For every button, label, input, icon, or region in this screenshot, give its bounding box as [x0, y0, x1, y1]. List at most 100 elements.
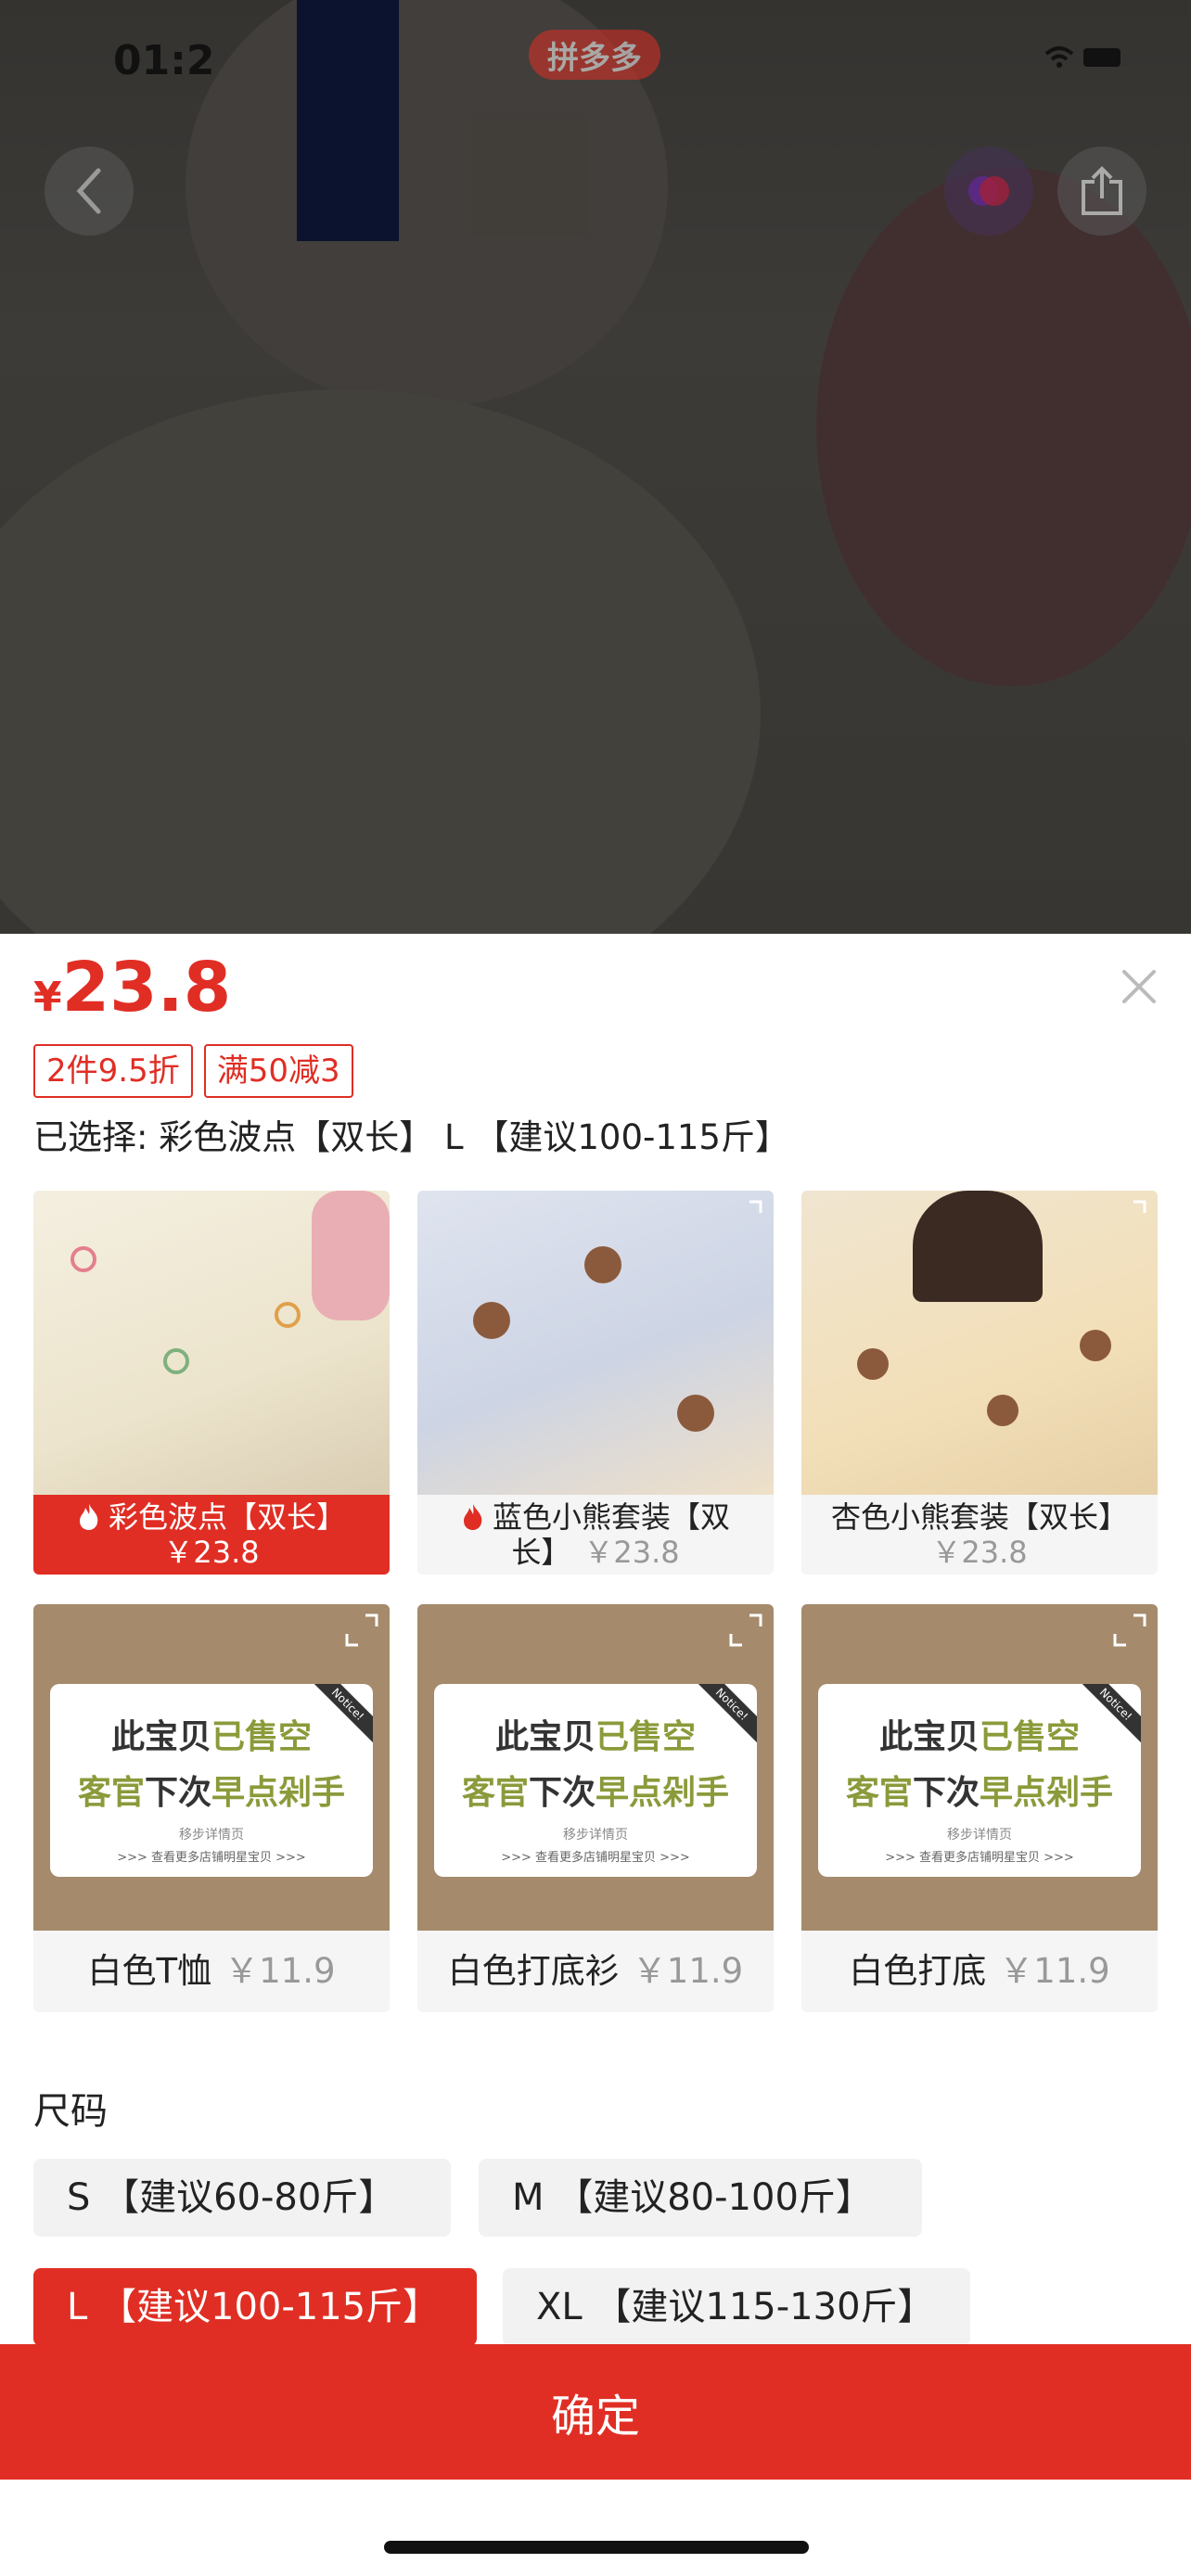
sold-out-hint: 移步详情页	[947, 1828, 1012, 1843]
expand-icon[interactable]	[1109, 1610, 1150, 1651]
notice-ribbon: Notice!	[314, 1684, 373, 1743]
sku-option[interactable]: 彩色波点【双长】 ￥23.8	[33, 1191, 390, 1575]
sku-option[interactable]: 杏色小熊套装【双长】 ￥23.8	[801, 1191, 1158, 1575]
sold-out-text: 下次	[528, 1774, 596, 1812]
brand-badge: 拼多多	[529, 30, 660, 80]
sold-out-highlight: 早点剁手	[980, 1774, 1114, 1812]
sold-out-link-text: >>> 查看更多店铺明星宝贝 >>>	[885, 1851, 1074, 1865]
sold-out-highlight: 早点剁手	[211, 1774, 346, 1812]
sku-price: ￥23.8	[163, 1535, 260, 1570]
sold-out-image: Notice! 此宝贝已售空 客官下次早点剁手 移步详情页 >>> 查看更多店铺…	[417, 1604, 774, 1931]
sold-out-highlight: 客官	[77, 1774, 145, 1812]
expand-icon[interactable]	[725, 1196, 766, 1237]
size-option-s[interactable]: S 【建议60-80斤】	[33, 2159, 451, 2237]
flame-icon	[79, 1504, 98, 1530]
promo-tags: 2件9.5折 满50减3	[33, 1044, 353, 1098]
sku-label: 杏色小熊套装【双长】 ￥23.8	[801, 1495, 1158, 1575]
currency-symbol: ¥	[33, 974, 62, 1021]
bear-pattern	[1080, 1330, 1111, 1361]
chevron-left-icon	[76, 168, 101, 214]
sku-label: 彩色波点【双长】 ￥23.8	[33, 1495, 390, 1575]
sold-out-text: 下次	[144, 1774, 211, 1812]
confirm-button[interactable]: 确定	[0, 2344, 1191, 2480]
sku-option-sold-out[interactable]: Notice! 此宝贝已售空 客官下次早点剁手 移步详情页 >>> 查看更多店铺…	[33, 1604, 390, 2012]
expand-icon[interactable]	[341, 1610, 382, 1651]
plush-toy	[312, 1191, 390, 1320]
size-option-l[interactable]: L 【建议100-115斤】	[33, 2268, 477, 2346]
sku-image	[417, 1191, 774, 1495]
sold-out-highlight: 已售空	[596, 1718, 697, 1756]
sku-label: 白色打底 ￥11.9	[801, 1931, 1158, 2012]
notice-ribbon: Notice!	[698, 1684, 757, 1743]
bear-pattern	[677, 1395, 714, 1432]
sold-out-hint: 移步详情页	[563, 1828, 628, 1843]
flame-icon	[463, 1504, 482, 1530]
sold-out-highlight: 客官	[461, 1774, 529, 1812]
wifi-battery-icon	[1044, 46, 1121, 68]
promo-tag: 满50减3	[203, 1044, 353, 1098]
sku-option-sold-out[interactable]: Notice! 此宝贝已售空 客官下次早点剁手 移步详情页 >>> 查看更多店铺…	[801, 1604, 1158, 2012]
sku-name: 白色T恤	[87, 1951, 212, 1991]
sold-out-hint: 移步详情页	[179, 1828, 244, 1843]
bear-pattern	[857, 1348, 889, 1380]
sold-out-card: Notice! 此宝贝已售空 客官下次早点剁手 移步详情页 >>> 查看更多店铺…	[50, 1684, 373, 1877]
status-icons	[1043, 41, 1126, 83]
bear-pattern	[584, 1246, 621, 1283]
sku-name: 杏色小熊套装【双长】	[830, 1499, 1128, 1535]
sku-price: ￥11.9	[224, 1951, 336, 1991]
sku-option-sold-out[interactable]: Notice! 此宝贝已售空 客官下次早点剁手 移步详情页 >>> 查看更多店铺…	[417, 1604, 774, 2012]
notice-text: Notice!	[698, 1684, 757, 1743]
sold-out-highlight: 早点剁手	[596, 1774, 730, 1812]
sold-out-text: 下次	[912, 1774, 980, 1812]
sku-price: ￥23.8	[931, 1535, 1028, 1570]
sku-name: 彩色波点【双长】	[108, 1499, 346, 1535]
sold-out-highlight: 已售空	[211, 1718, 313, 1756]
dot-pattern	[70, 1246, 96, 1272]
close-icon[interactable]	[1117, 964, 1161, 1009]
sku-price: ￥23.8	[583, 1535, 680, 1570]
size-option-m[interactable]: M 【建议80-100斤】	[479, 2159, 922, 2237]
sold-out-link-text: >>> 查看更多店铺明星宝贝 >>>	[117, 1851, 306, 1865]
dot-pattern	[275, 1302, 301, 1328]
promo-tag: 2件9.5折	[33, 1044, 193, 1098]
size-option-xl[interactable]: XL 【建议115-130斤】	[503, 2268, 970, 2346]
sku-name-cont: 长】	[511, 1535, 571, 1570]
sku-price: ￥11.9	[999, 1951, 1110, 1991]
modal-overlay[interactable]	[0, 0, 1191, 934]
sold-out-text: 此宝贝	[110, 1718, 211, 1756]
price: ¥23.8	[33, 948, 231, 1027]
expand-icon[interactable]	[725, 1610, 766, 1651]
sold-out-highlight: 已售空	[980, 1718, 1081, 1756]
sku-label: 蓝色小熊套装【双 长】 ￥23.8	[417, 1495, 774, 1575]
product-photo-background	[0, 0, 1191, 934]
sku-label: 白色打底衫 ￥11.9	[417, 1931, 774, 2012]
sold-out-image: Notice! 此宝贝已售空 客官下次早点剁手 移步详情页 >>> 查看更多店铺…	[801, 1604, 1158, 1931]
share-icon	[1082, 166, 1122, 215]
expand-icon[interactable]	[1109, 1196, 1150, 1237]
notice-text: Notice!	[1082, 1684, 1141, 1743]
sold-out-highlight: 客官	[845, 1774, 913, 1812]
sold-out-text: 此宝贝	[878, 1718, 980, 1756]
sold-out-card: Notice! 此宝贝已售空 客官下次早点剁手 移步详情页 >>> 查看更多店铺…	[818, 1684, 1141, 1877]
hair	[913, 1191, 1043, 1302]
video-icon	[968, 176, 1009, 206]
sku-name: 白色打底	[849, 1951, 987, 1991]
home-indicator[interactable]	[384, 2541, 809, 2554]
price-value: 23.8	[61, 948, 232, 1027]
bear-pattern	[473, 1302, 510, 1339]
sku-option[interactable]: 蓝色小熊套装【双 长】 ￥23.8	[417, 1191, 774, 1575]
sold-out-text: 此宝贝	[494, 1718, 596, 1756]
size-section-title: 尺码	[33, 2090, 108, 2133]
bear-pattern	[987, 1395, 1018, 1426]
status-time: 01:2	[113, 37, 215, 84]
dot-pattern	[163, 1348, 189, 1374]
sku-name: 白色打底衫	[447, 1951, 620, 1991]
notice-text: Notice!	[314, 1684, 373, 1743]
video-button[interactable]	[944, 147, 1033, 236]
sku-image	[33, 1191, 390, 1495]
sold-out-card: Notice! 此宝贝已售空 客官下次早点剁手 移步详情页 >>> 查看更多店铺…	[434, 1684, 757, 1877]
back-button[interactable]	[45, 147, 134, 236]
share-button[interactable]	[1057, 147, 1146, 236]
sku-label: 白色T恤 ￥11.9	[33, 1931, 390, 2012]
notice-ribbon: Notice!	[1082, 1684, 1141, 1743]
